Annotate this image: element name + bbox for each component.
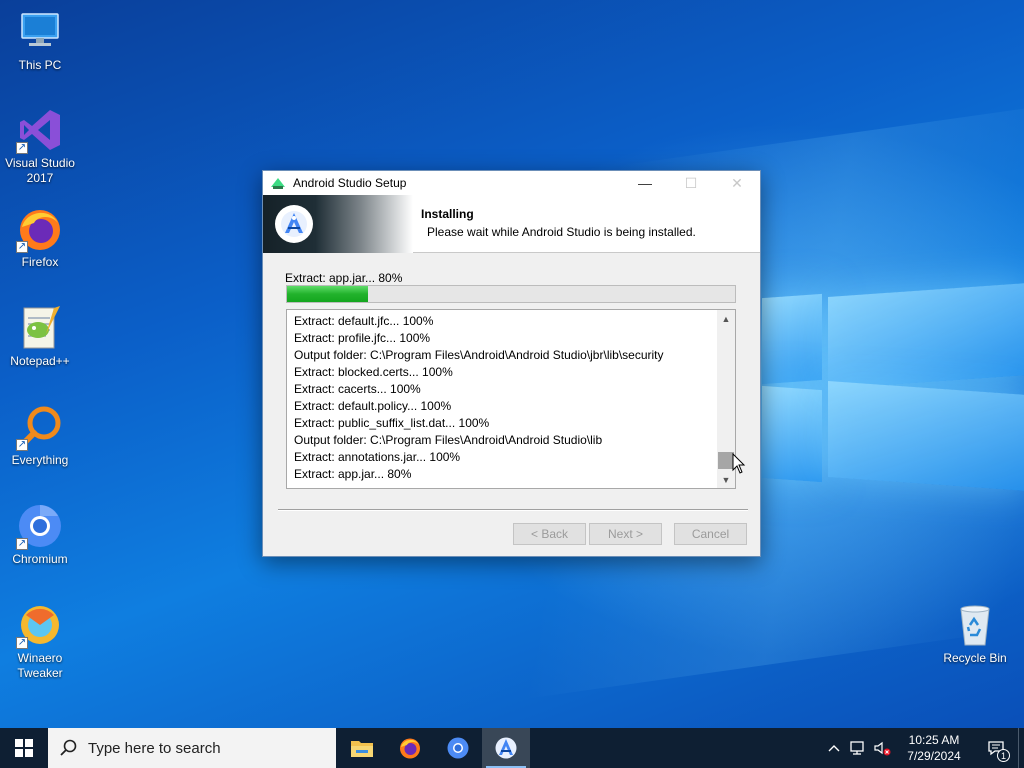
- taskbar-android-studio-setup[interactable]: [482, 728, 530, 768]
- desktop: This PC ↗ Visual Studio 2017 ↗ Firefox N…: [0, 0, 1024, 728]
- desktop-icon-firefox[interactable]: ↗ Firefox: [0, 205, 80, 270]
- everything-search-icon: ↗: [16, 403, 64, 451]
- search-icon: [48, 739, 88, 757]
- back-button[interactable]: < Back: [513, 523, 586, 545]
- notepad-plus-plus-icon: [16, 304, 64, 352]
- header-subtitle: Please wait while Android Studio is bein…: [427, 225, 696, 239]
- log-line: Extract: app.jar... 80%: [294, 467, 412, 481]
- setup-window: Android Studio Setup — ☐ ✕ Installing Pl…: [262, 170, 761, 557]
- install-progress-bar: [286, 285, 736, 303]
- minimize-button[interactable]: —: [622, 171, 668, 195]
- file-explorer-icon: [351, 741, 373, 757]
- desktop-icon-label: Notepad++: [10, 354, 70, 368]
- window-titlebar[interactable]: Android Studio Setup — ☐ ✕: [263, 171, 760, 195]
- desktop-icon-label: This PC: [18, 58, 62, 72]
- log-line: Extract: blocked.certs... 100%: [294, 365, 453, 379]
- clock-time: 10:25 AM: [908, 733, 960, 747]
- recycle-bin-icon: [951, 601, 999, 649]
- header-panel: Installing Please wait while Android Stu…: [263, 195, 760, 253]
- close-button: ✕: [731, 174, 743, 191]
- windows-logo-icon: [15, 739, 33, 757]
- android-studio-setup-icon: [495, 737, 517, 759]
- android-studio-small-icon: [269, 175, 287, 191]
- desktop-icon-label: Firefox: [21, 255, 59, 269]
- desktop-icon-label: Chromium: [12, 552, 68, 566]
- show-desktop-button[interactable]: [1018, 728, 1024, 768]
- wallpaper-windows-logo-pane: [828, 381, 1024, 491]
- search-placeholder: Type here to search: [88, 739, 221, 757]
- desktop-icon-recycle-bin[interactable]: Recycle Bin: [935, 601, 1015, 666]
- network-button[interactable]: [846, 728, 870, 768]
- shortcut-arrow-icon: ↗: [16, 538, 28, 550]
- log-line: Extract: default.policy... 100%: [294, 399, 452, 413]
- visual-studio-icon: ↗: [16, 106, 64, 154]
- status-text: Extract: app.jar... 80%: [285, 271, 403, 285]
- log-line: Extract: default.jfc... 100%: [294, 314, 434, 328]
- taskbar: Type here to search 10:25 AM 7/29/2024 1: [0, 728, 1024, 768]
- window-title: Android Studio Setup: [293, 176, 407, 190]
- log-line: Output folder: C:\Program Files\Android\…: [294, 433, 603, 447]
- progress-fill: [287, 286, 368, 302]
- firefox-icon: ↗: [16, 205, 64, 253]
- desktop-icon-label: Everything: [11, 453, 69, 467]
- shortcut-arrow-icon: ↗: [16, 142, 28, 154]
- desktop-icon-label: Visual Studio 2017: [5, 156, 75, 185]
- maximize-button: ☐: [684, 174, 698, 191]
- wallpaper-windows-logo-pane: [762, 293, 822, 385]
- shortcut-arrow-icon: ↗: [16, 241, 28, 253]
- desktop-icon-chromium[interactable]: ↗ Chromium: [0, 502, 80, 567]
- network-icon: [850, 741, 864, 755]
- next-button[interactable]: Next >: [589, 523, 662, 545]
- footer-separator: [278, 509, 748, 511]
- taskbar-firefox[interactable]: [386, 728, 434, 768]
- android-studio-logo-icon: [275, 205, 313, 243]
- wallpaper-windows-logo-pane: [828, 283, 1024, 389]
- taskbar-file-explorer[interactable]: [338, 728, 386, 768]
- log-line: Extract: profile.jfc... 100%: [294, 331, 431, 345]
- log-line: Extract: public_suffix_list.dat... 100%: [294, 416, 490, 430]
- start-button[interactable]: [0, 728, 48, 768]
- taskbar-clock[interactable]: 10:25 AM 7/29/2024: [894, 732, 974, 764]
- install-log-list: Extract: default.jfc... 100% Extract: pro…: [287, 310, 717, 488]
- show-hidden-icons-button[interactable]: [822, 728, 846, 768]
- notification-count-badge: 1: [997, 749, 1010, 762]
- cancel-button[interactable]: Cancel: [674, 523, 747, 545]
- clock-date: 7/29/2024: [907, 749, 961, 763]
- chevron-up-icon: [828, 745, 840, 752]
- desktop-icon-label: Recycle Bin: [943, 651, 1007, 665]
- desktop-icon-label: Winaero Tweaker: [17, 651, 63, 680]
- wallpaper-windows-logo-pane: [762, 385, 822, 483]
- taskbar-search-box[interactable]: Type here to search: [48, 728, 336, 768]
- desktop-icon-this-pc[interactable]: This PC: [0, 8, 80, 73]
- taskbar-chromium[interactable]: [434, 728, 482, 768]
- desktop-icon-notepad-plus-plus[interactable]: Notepad++: [0, 304, 80, 369]
- chromium-icon: ↗: [16, 502, 64, 550]
- volume-button[interactable]: [870, 728, 894, 768]
- winaero-tweaker-icon: ↗: [16, 601, 64, 649]
- shortcut-arrow-icon: ↗: [16, 637, 28, 649]
- computer-icon: [16, 8, 64, 56]
- mouse-cursor-icon: [732, 453, 746, 474]
- shortcut-arrow-icon: ↗: [16, 439, 28, 451]
- firefox-icon: [400, 738, 420, 759]
- desktop-icon-visual-studio[interactable]: ↗ Visual Studio 2017: [0, 106, 80, 186]
- install-log[interactable]: Extract: default.jfc... 100% Extract: pro…: [286, 309, 736, 489]
- action-center-button[interactable]: 1: [974, 728, 1018, 768]
- volume-muted-icon: [874, 741, 891, 756]
- header-title: Installing: [421, 207, 474, 221]
- desktop-icon-winaero-tweaker[interactable]: ↗ Winaero Tweaker: [0, 601, 80, 681]
- desktop-icon-everything[interactable]: ↗ Everything: [0, 403, 80, 468]
- chromium-icon: [447, 737, 469, 759]
- scroll-up-button[interactable]: ▲: [717, 310, 735, 327]
- log-line: Output folder: C:\Program Files\Android\…: [294, 348, 664, 362]
- log-line: Extract: cacerts... 100%: [294, 382, 421, 396]
- system-tray: 10:25 AM 7/29/2024 1: [822, 728, 1024, 768]
- log-line: Extract: annotations.jar... 100%: [294, 450, 461, 464]
